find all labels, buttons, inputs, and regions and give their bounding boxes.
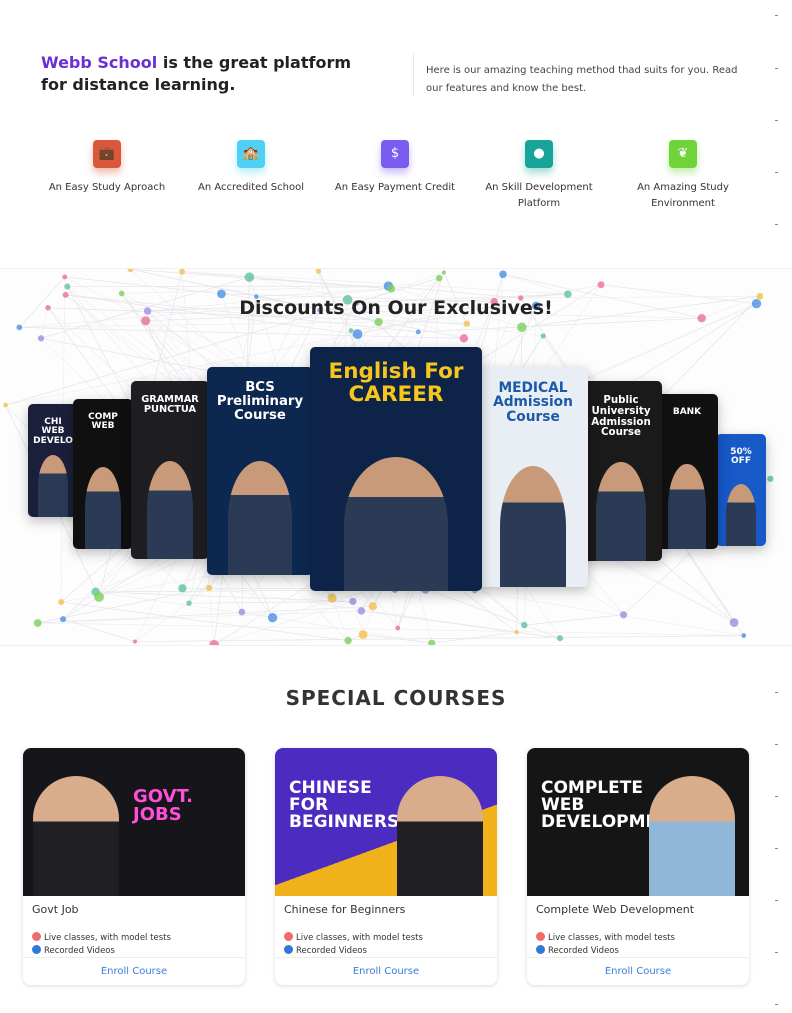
promo-title: BANK — [672, 407, 702, 417]
promo-title: COMP WEB — [88, 412, 118, 432]
payment-chat-icon: $ — [381, 140, 409, 168]
promo-card[interactable]: COMP WEB — [73, 399, 133, 549]
promo-card[interactable]: English For CAREER — [310, 347, 482, 591]
promo-card[interactable]: GRAMMAR PUNCTUA — [131, 381, 209, 559]
promo-person-image — [85, 466, 121, 549]
course-card: COMPLETE WEB DEVELOPMENT Complete Web De… — [527, 748, 749, 985]
promo-card[interactable]: 50% OFF — [716, 434, 766, 546]
instructor-photo — [649, 776, 735, 896]
promo-title: English For CAREER — [328, 359, 464, 407]
play-icon — [284, 945, 293, 954]
promo-title: GRAMMAR PUNCTUA — [141, 394, 199, 416]
promo-person-image — [344, 456, 448, 591]
play-icon — [536, 945, 545, 954]
course-image: CHINESE FOR BEGINNERS — [275, 748, 497, 896]
feature-label: An Easy Study Aproach — [48, 182, 166, 193]
intro-headline: Webb School is the great platform for di… — [41, 52, 381, 96]
special-courses-title: SPECIAL COURSES — [285, 686, 507, 710]
play-icon — [32, 945, 41, 954]
course-card: GOVT. JOBS Govt Job Live classes, with m… — [23, 748, 245, 985]
discount-title: Discounts On Our Exclusives! — [239, 297, 553, 319]
promo-title: MEDICAL Admission Course — [493, 380, 573, 425]
course-feature-live: Live classes, with model tests — [284, 932, 488, 945]
enroll-course-button[interactable]: Enroll Course — [23, 957, 245, 985]
course-name: Chinese for Beginners — [284, 903, 406, 916]
school-building-icon: 🏫 — [237, 140, 265, 168]
promo-person-image — [146, 461, 194, 559]
brain-icon: ● — [525, 140, 553, 168]
brand-name: Webb School — [41, 53, 158, 72]
course-feature-live: Live classes, with model tests — [536, 932, 740, 945]
intro-description: Here is our amazing teaching method thad… — [426, 65, 738, 94]
promo-card[interactable]: CHI WEB DEVELO — [28, 404, 78, 517]
promo-person-image — [38, 454, 68, 517]
promo-title: 50% OFF — [730, 447, 752, 467]
feature-label: An Skill Development Platform — [485, 182, 593, 209]
feature-label: An Amazing Study Environment — [637, 182, 729, 209]
feature-label: An Accredited School — [198, 182, 304, 193]
divider — [413, 54, 414, 96]
enroll-course-button[interactable]: Enroll Course — [527, 957, 749, 985]
briefcase-icon: 💼 — [93, 140, 121, 168]
course-name: Govt Job — [32, 903, 79, 916]
promo-person-image — [726, 484, 756, 546]
discount-section: Discounts On Our Exclusives! CHI WEB DEV… — [0, 268, 792, 646]
promo-title: CHI WEB DEVELO — [33, 417, 73, 446]
course-feature-live: Live classes, with model tests — [32, 932, 236, 945]
feature-item: ❦ An Amazing Study Environment — [611, 140, 755, 212]
promo-title: BCS Preliminary Course — [216, 380, 304, 423]
promo-person-image — [668, 463, 706, 549]
course-image: GOVT. JOBS — [23, 748, 245, 896]
promo-person-image — [228, 460, 292, 575]
feature-label: An Easy Payment Credit — [334, 182, 456, 193]
feature-item: ● An Skill Development Platform — [467, 140, 611, 212]
feature-item: $ An Easy Payment Credit — [323, 140, 467, 212]
promo-title: Public University Admission Course — [591, 394, 651, 439]
promo-card[interactable]: BCS Preliminary Course — [207, 367, 313, 575]
promo-person-image — [596, 462, 646, 561]
instructor-photo — [33, 776, 119, 896]
live-icon — [536, 932, 545, 941]
promo-card[interactable]: MEDICAL Admission Course — [478, 367, 588, 587]
feature-item: 💼 An Easy Study Aproach — [35, 140, 179, 212]
features-row: 💼 An Easy Study Aproach 🏫 An Accredited Sch… — [35, 140, 755, 212]
leaf-icon: ❦ — [669, 140, 697, 168]
course-banner-text: CHINESE FOR BEGINNERS — [289, 778, 400, 832]
course-banner-text: GOVT. JOBS — [133, 786, 193, 825]
live-icon — [32, 932, 41, 941]
feature-item: 🏫 An Accredited School — [179, 140, 323, 212]
course-banner-text: COMPLETE WEB DEVELOPMENT — [541, 778, 683, 832]
instructor-photo — [397, 776, 483, 896]
promo-card[interactable]: Public University Admission Course — [580, 381, 662, 561]
promo-card[interactable]: BANK — [656, 394, 718, 549]
course-image: COMPLETE WEB DEVELOPMENT — [527, 748, 749, 896]
promo-person-image — [500, 466, 566, 587]
enroll-course-button[interactable]: Enroll Course — [275, 957, 497, 985]
course-name: Complete Web Development — [536, 903, 695, 916]
course-card: CHINESE FOR BEGINNERS Chinese for Beginn… — [275, 748, 497, 985]
live-icon — [284, 932, 293, 941]
